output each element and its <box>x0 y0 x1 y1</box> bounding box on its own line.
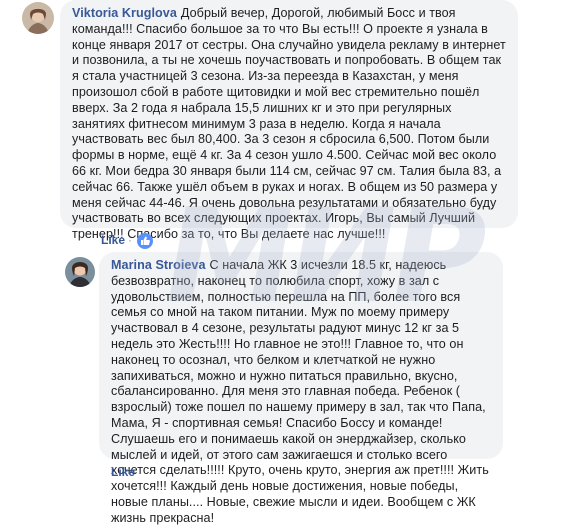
comment-bubble: Marina Stroieva С начала ЖК 3 исчезли 18.… <box>99 252 503 525</box>
comment-text-block: Marina Stroieva С начала ЖК 3 исчезли 18.… <box>111 258 491 527</box>
comment: Marina Stroieva С начала ЖК 3 исчезли 18.… <box>0 0 570 525</box>
avatar-photo-icon <box>65 257 95 287</box>
comment-text: С начала ЖК 3 исчезли 18.5 кг, надеюсь б… <box>111 258 489 525</box>
avatar[interactable] <box>65 257 95 287</box>
like-button[interactable]: Like <box>111 465 135 479</box>
comment-author[interactable]: Marina Stroieva <box>111 258 206 272</box>
